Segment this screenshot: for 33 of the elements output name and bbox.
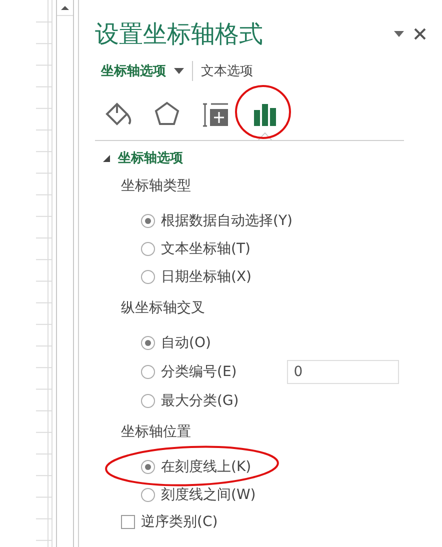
radio-button[interactable]: [141, 214, 155, 228]
radio-label: 刻度线之间(W): [161, 486, 256, 504]
radio-button[interactable]: [141, 394, 155, 408]
pane-title: 设置坐标轴格式: [95, 19, 264, 50]
radio-button[interactable]: [141, 270, 155, 284]
annotation-circle: [235, 85, 291, 139]
radio-button[interactable]: [141, 365, 155, 379]
dropdown-icon[interactable]: [394, 31, 404, 37]
radio-button[interactable]: [141, 460, 155, 474]
group-label: 坐标轴位置: [120, 423, 192, 442]
radio-label: 根据数据自动选择(Y): [161, 212, 292, 230]
pentagon-icon[interactable]: [153, 100, 181, 128]
radio-label: 分类编号(E): [161, 363, 237, 381]
radio-label: 日期坐标轴(X): [161, 268, 252, 286]
number-field[interactable]: 0: [286, 360, 399, 384]
radio-label: 自动(O): [161, 334, 211, 352]
options-tab[interactable]: 坐标轴选项: [101, 60, 184, 82]
caret-icon: [174, 68, 184, 74]
radio-button[interactable]: [141, 336, 155, 350]
radio-label: 在刻度线上(K): [161, 458, 252, 476]
collapse-triangle-icon[interactable]: [103, 154, 110, 162]
paint-bucket-icon[interactable]: [104, 100, 132, 128]
radio-label: 文本坐标轴(T): [161, 240, 250, 258]
checkbox-label: 逆序类别(C): [141, 513, 218, 531]
radio-button[interactable]: [141, 488, 155, 502]
close-icon[interactable]: [414, 28, 426, 40]
section-header[interactable]: 坐标轴选项: [118, 149, 183, 167]
checkbox[interactable]: [121, 515, 135, 529]
options-tab[interactable]: 文本选项: [201, 60, 253, 82]
group-label: 坐标轴类型: [120, 177, 192, 196]
radio-button[interactable]: [141, 242, 155, 256]
radio-label: 最大分类(G): [161, 392, 239, 410]
group-label: 纵坐标轴交叉: [120, 299, 206, 318]
